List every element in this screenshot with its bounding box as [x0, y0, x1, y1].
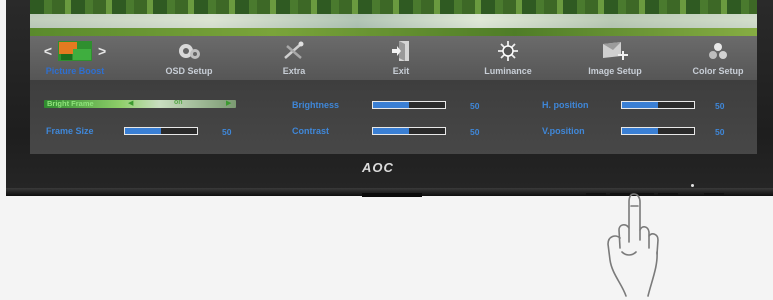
v-position-value: 50: [715, 127, 725, 137]
h-position-value: 50: [715, 101, 725, 111]
slider-fill: [622, 128, 658, 134]
menu-item-color-setup[interactable]: Color Setup: [682, 39, 754, 79]
image-setup-icon: [603, 42, 628, 60]
menu-item-luminance[interactable]: Luminance: [474, 39, 542, 79]
frame-size-value: 50: [222, 127, 232, 137]
menu-left-arrow-icon[interactable]: <: [44, 39, 52, 63]
contrast-value: 50: [470, 127, 480, 137]
contrast-label: Contrast: [292, 126, 330, 136]
osd-menu: < > Picture Boost OSD Setup Extra Exit L…: [30, 36, 757, 154]
menu-item-picture-boost[interactable]: < > Picture Boost: [36, 39, 114, 79]
menu-item-extra[interactable]: Extra: [270, 39, 318, 79]
slider-fill: [125, 128, 161, 134]
menu-right-arrow-icon[interactable]: >: [98, 39, 106, 63]
menu-item-label: Picture Boost: [45, 66, 105, 76]
extra-icon: [284, 41, 304, 59]
picture-boost-submenu: [30, 80, 757, 154]
pointing-hand-icon: [607, 193, 659, 297]
osd-setup-icon: [179, 44, 200, 59]
picture-boost-icon: [58, 41, 92, 61]
slider-fill: [373, 128, 409, 134]
wallpaper-trees: [30, 0, 757, 14]
menu-item-label: Exit: [392, 66, 410, 76]
power-button[interactable]: [704, 193, 724, 196]
wallpaper-water: [30, 14, 757, 28]
v-position-slider[interactable]: [621, 127, 695, 135]
slider-fill: [373, 102, 409, 108]
slider-fill: [622, 102, 658, 108]
osd-menu-bar: < > Picture Boost OSD Setup Extra Exit L…: [30, 36, 757, 80]
bright-frame-label: Bright Frame: [47, 99, 94, 108]
bright-frame-value: on: [174, 99, 183, 106]
power-led-icon: [691, 184, 694, 187]
menu-item-label: Luminance: [484, 66, 532, 76]
brightness-value: 50: [470, 101, 480, 111]
menu-item-osd-setup[interactable]: OSD Setup: [148, 39, 230, 79]
bright-frame-left-arrow-icon[interactable]: ◀: [128, 99, 133, 107]
frame-size-label: Frame Size: [46, 126, 94, 136]
color-setup-icon: [709, 43, 727, 59]
menu-item-label: Image Setup: [588, 66, 642, 76]
brightness-slider[interactable]: [372, 101, 446, 109]
bright-frame-right-arrow-icon[interactable]: ▶: [226, 99, 231, 107]
menu-item-label: Extra: [282, 66, 306, 76]
exit-icon: [392, 41, 409, 61]
luminance-icon: [498, 41, 518, 61]
menu-item-image-setup[interactable]: Image Setup: [578, 39, 652, 79]
menu-item-label: OSD Setup: [165, 66, 213, 76]
wallpaper-grass: [30, 28, 757, 36]
menu-item-exit[interactable]: Exit: [378, 39, 424, 79]
aoc-logo: AOC: [362, 160, 394, 175]
h-position-label: H. position: [542, 100, 589, 110]
v-position-label: V.position: [542, 126, 585, 136]
contrast-slider[interactable]: [372, 127, 446, 135]
screen-wallpaper-image: [30, 0, 757, 36]
h-position-slider[interactable]: [621, 101, 695, 109]
stand-neck: [362, 193, 422, 197]
frame-size-slider[interactable]: [124, 127, 198, 135]
brightness-label: Brightness: [292, 100, 340, 110]
menu-item-label: Color Setup: [692, 66, 744, 76]
